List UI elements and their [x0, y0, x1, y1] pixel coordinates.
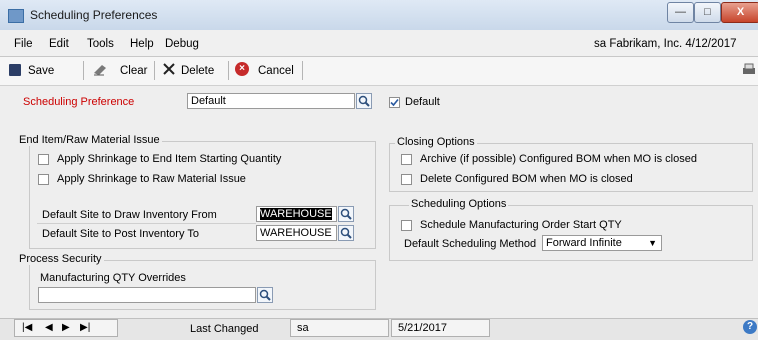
save-button[interactable]: Save: [28, 65, 54, 77]
delete-bom-checkbox[interactable]: [401, 174, 412, 185]
company-date-info: sa Fabrikam, Inc. 4/12/2017: [594, 38, 737, 50]
window-title: Scheduling Preferences: [30, 8, 158, 22]
menu-file[interactable]: File: [14, 38, 33, 50]
delete-button[interactable]: Delete: [181, 65, 214, 77]
close-button[interactable]: X: [721, 2, 758, 23]
cancel-button[interactable]: Cancel: [258, 65, 294, 77]
app-icon: [8, 9, 24, 23]
minimize-button[interactable]: —: [667, 2, 694, 23]
toolbar: [0, 57, 758, 86]
apply-shrinkage-raw-label: Apply Shrinkage to Raw Material Issue: [57, 173, 246, 185]
scheduling-options-group: [389, 205, 753, 261]
schedule-start-qty-checkbox[interactable]: [401, 220, 412, 231]
menu-debug[interactable]: Debug: [165, 38, 199, 50]
bottom-strip: [0, 340, 758, 352]
apply-shrinkage-raw-checkbox[interactable]: [38, 174, 49, 185]
process-security-title: Process Security: [17, 253, 104, 265]
lookup-icon[interactable]: [356, 93, 372, 109]
print-icon[interactable]: [742, 63, 756, 76]
scheduling-preference-label: Scheduling Preference: [23, 96, 135, 108]
last-changed-label: Last Changed: [190, 323, 259, 335]
menu-tools[interactable]: Tools: [87, 38, 114, 50]
post-inventory-label: Default Site to Post Inventory To: [42, 228, 199, 240]
maximize-button[interactable]: □: [694, 2, 721, 23]
draw-inventory-label: Default Site to Draw Inventory From: [42, 209, 217, 221]
previous-record-icon[interactable]: ◀: [45, 322, 53, 333]
next-record-icon[interactable]: ▶: [62, 322, 70, 333]
default-checkbox[interactable]: [389, 97, 400, 108]
schedule-start-qty-label: Schedule Manufacturing Order Start QTY: [420, 219, 622, 231]
clear-button[interactable]: Clear: [120, 65, 147, 77]
chevron-down-icon: ▼: [648, 238, 657, 248]
delete-icon: [162, 62, 176, 76]
scheduling-options-title: Scheduling Options: [409, 198, 509, 210]
apply-shrinkage-end-item-checkbox[interactable]: [38, 154, 49, 165]
lookup-icon[interactable]: [338, 225, 354, 241]
archive-bom-checkbox[interactable]: [401, 154, 412, 165]
end-item-group-title: End Item/Raw Material Issue: [17, 134, 162, 146]
cancel-icon: ×: [235, 62, 249, 76]
closing-options-title: Closing Options: [395, 136, 477, 148]
last-changed-user: sa: [290, 319, 389, 337]
menu-edit[interactable]: Edit: [49, 38, 69, 50]
toolbar-separator: [154, 61, 155, 80]
post-inventory-field[interactable]: WAREHOUSE: [256, 225, 337, 241]
last-record-icon[interactable]: ▶|: [80, 322, 90, 333]
default-checkbox-label: Default: [405, 96, 440, 108]
menu-help[interactable]: Help: [130, 38, 154, 50]
manufacturing-qty-overrides-field[interactable]: [38, 287, 256, 303]
scheduling-method-label: Default Scheduling Method: [404, 238, 537, 250]
apply-shrinkage-end-item-label: Apply Shrinkage to End Item Starting Qua…: [57, 153, 282, 165]
first-record-icon[interactable]: |◀: [22, 322, 32, 333]
scheduling-preference-field[interactable]: Default: [187, 93, 355, 109]
scheduling-method-value: Forward Infinite: [546, 237, 622, 249]
manufacturing-qty-overrides-label: Manufacturing QTY Overrides: [40, 272, 186, 284]
scheduling-method-select[interactable]: Forward Infinite ▼: [542, 235, 662, 251]
lookup-icon[interactable]: [257, 287, 273, 303]
last-changed-date: 5/21/2017: [391, 319, 490, 337]
lookup-icon[interactable]: [338, 206, 354, 222]
draw-inventory-field[interactable]: WAREHOUSE: [256, 206, 337, 222]
delete-bom-label: Delete Configured BOM when MO is closed: [420, 173, 633, 185]
toolbar-separator: [302, 61, 303, 80]
toolbar-separator: [83, 61, 84, 80]
draw-inventory-value: WAREHOUSE: [260, 208, 332, 220]
archive-bom-label: Archive (if possible) Configured BOM whe…: [420, 153, 697, 165]
toolbar-separator: [228, 61, 229, 80]
save-icon: [9, 64, 21, 76]
eraser-icon: [92, 62, 108, 76]
help-icon[interactable]: ?: [743, 320, 757, 334]
